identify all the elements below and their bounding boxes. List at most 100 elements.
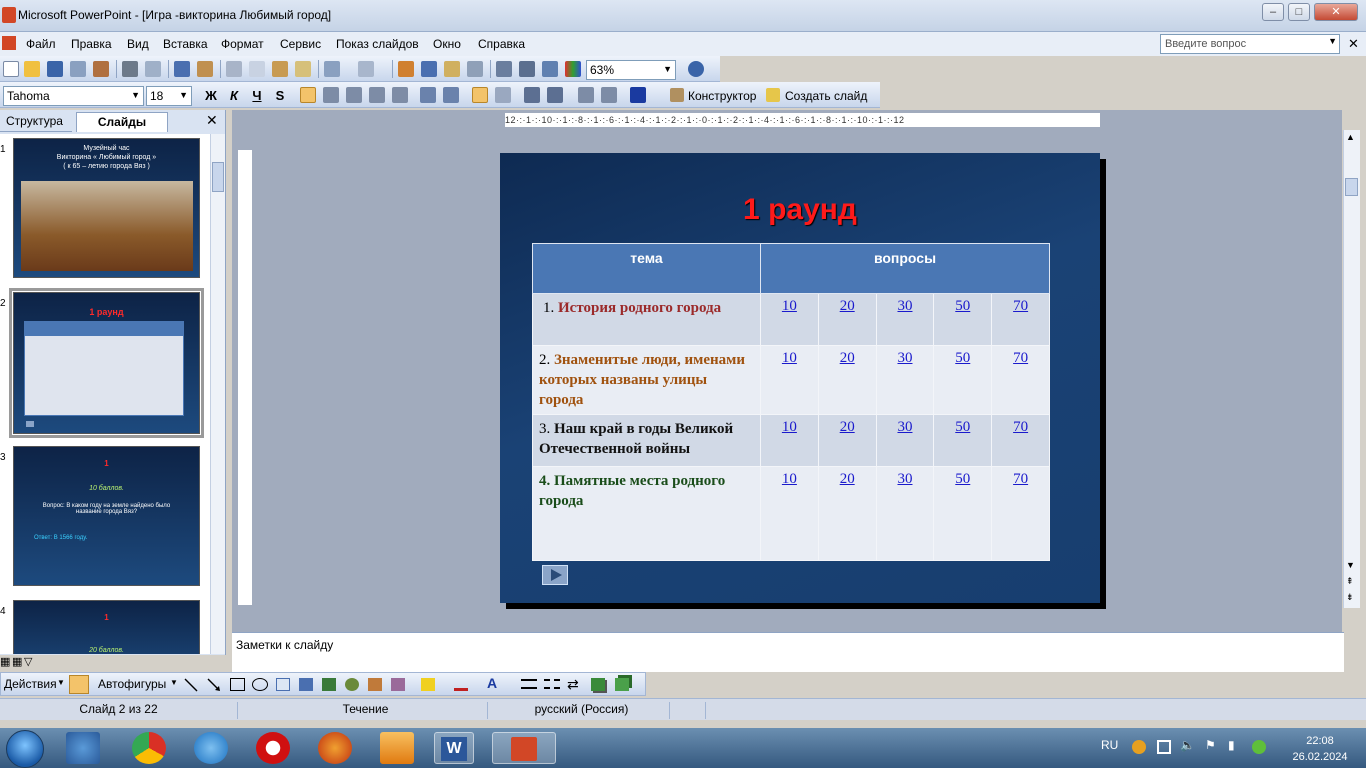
menu-tools[interactable]: Сервис: [280, 37, 321, 51]
slide-thumb-3[interactable]: 1 10 баллов. Вопрос: В каком году на зем…: [13, 446, 200, 586]
points-link[interactable]: 30: [897, 298, 912, 314]
copy-icon[interactable]: [249, 61, 265, 77]
slide-sorter-icon[interactable]: ▦: [12, 655, 22, 668]
quiz-table[interactable]: тема вопросы 1. История родного города 1…: [532, 243, 1050, 561]
format-painter-icon[interactable]: [295, 61, 311, 77]
menu-view[interactable]: Вид: [127, 37, 149, 51]
expand-icon[interactable]: [496, 61, 512, 77]
tables-borders-icon[interactable]: [444, 61, 460, 77]
paste-icon[interactable]: [272, 61, 288, 77]
scroll-thumb[interactable]: [1345, 178, 1358, 196]
maximize-button[interactable]: □: [1288, 3, 1310, 21]
notes-pane[interactable]: Заметки к слайду: [232, 632, 1344, 672]
points-link[interactable]: 20: [840, 298, 855, 314]
firefox-icon[interactable]: [318, 732, 352, 764]
points-link[interactable]: 10: [782, 471, 797, 487]
email-icon[interactable]: [93, 61, 109, 77]
shadow-button[interactable]: S: [271, 88, 289, 106]
chevron-down-icon[interactable]: ▼: [1328, 36, 1337, 46]
insert-hyperlink-icon[interactable]: [467, 61, 483, 77]
grid-icon[interactable]: [542, 61, 558, 77]
save-icon[interactable]: [47, 61, 63, 77]
panel-scrollbar[interactable]: [210, 134, 225, 654]
safely-remove-icon[interactable]: [1157, 740, 1171, 754]
points-link[interactable]: 30: [897, 471, 912, 487]
points-link[interactable]: 50: [955, 350, 970, 366]
show-formatting-icon[interactable]: [519, 61, 535, 77]
current-slide[interactable]: 1 раунд тема вопросы 1. История родного …: [500, 153, 1100, 603]
diagram-icon[interactable]: [322, 678, 336, 691]
menu-edit[interactable]: Правка: [71, 37, 112, 51]
ask-question-input[interactable]: Введите вопрос ▼: [1160, 34, 1340, 54]
open-icon[interactable]: [24, 61, 40, 77]
new-slide-button[interactable]: Создать слайд: [785, 89, 867, 103]
internet-explorer-icon[interactable]: [194, 732, 228, 764]
insert-table-icon[interactable]: [421, 61, 437, 77]
minimize-button[interactable]: –: [1262, 3, 1284, 21]
decrease-font-icon[interactable]: [547, 87, 563, 103]
points-link[interactable]: 10: [782, 419, 797, 435]
powerpoint-app-icon[interactable]: [2, 7, 16, 23]
permission-icon[interactable]: [70, 61, 86, 77]
points-link[interactable]: 70: [1013, 350, 1028, 366]
font-name-select[interactable]: Tahoma ▼: [3, 86, 144, 106]
tray-app-icon[interactable]: [1132, 740, 1146, 754]
help-icon[interactable]: [688, 61, 704, 77]
fill-color-icon[interactable]: [421, 678, 435, 691]
action-center-icon[interactable]: ⚑: [1205, 738, 1216, 752]
points-link[interactable]: 30: [897, 350, 912, 366]
align-center-icon[interactable]: [323, 87, 339, 103]
align-left-icon[interactable]: [300, 87, 316, 103]
scroll-down-icon[interactable]: ▼: [1346, 560, 1355, 570]
menu-window[interactable]: Окно: [433, 37, 461, 51]
underline-button[interactable]: Ч: [248, 88, 266, 106]
menu-help[interactable]: Справка: [478, 37, 525, 51]
points-link[interactable]: 10: [782, 350, 797, 366]
research-icon[interactable]: [197, 61, 213, 77]
points-link[interactable]: 70: [1013, 298, 1028, 314]
close-button[interactable]: ✕: [1314, 3, 1358, 21]
points-link[interactable]: 10: [782, 298, 797, 314]
points-link[interactable]: 50: [955, 471, 970, 487]
line-icon[interactable]: [183, 677, 199, 693]
designer-button[interactable]: Конструктор: [688, 89, 756, 103]
close-document-icon[interactable]: ✕: [1348, 36, 1359, 52]
document-icon[interactable]: [2, 36, 16, 50]
word-icon[interactable]: W: [434, 732, 474, 764]
zoom-select[interactable]: 63% ▼: [586, 60, 676, 80]
chevron-down-icon[interactable]: ▼: [131, 90, 140, 100]
rectangle-icon[interactable]: [230, 678, 245, 691]
slide-thumb-1[interactable]: Музейный час Викторина « Любимый город »…: [13, 138, 200, 278]
media-player-icon[interactable]: [380, 732, 414, 764]
points-link[interactable]: 70: [1013, 471, 1028, 487]
points-link[interactable]: 30: [897, 419, 912, 435]
clock[interactable]: 22:08 26.02.2024: [1290, 733, 1350, 765]
dash-style-icon[interactable]: [544, 679, 560, 689]
points-link[interactable]: 50: [955, 419, 970, 435]
font-color-icon[interactable]: [630, 87, 646, 103]
editor-scrollbar[interactable]: ▲ ▼ ⇞ ⇟: [1343, 130, 1360, 608]
slide-thumb-4[interactable]: 1 20 баллов.: [13, 600, 200, 654]
increase-font-icon[interactable]: [524, 87, 540, 103]
scroll-thumb[interactable]: [212, 162, 224, 192]
image-icon[interactable]: [391, 678, 405, 691]
actions-menu[interactable]: Действия: [4, 677, 57, 691]
print-icon[interactable]: [122, 61, 138, 77]
chevron-down-icon[interactable]: ▼: [57, 678, 65, 687]
bold-button[interactable]: Ж: [202, 88, 220, 106]
spelling-icon[interactable]: [174, 61, 190, 77]
rtl-icon[interactable]: [495, 87, 511, 103]
distribute-icon[interactable]: [392, 87, 408, 103]
picture-icon[interactable]: [368, 678, 382, 691]
arrow-style-icon[interactable]: ⇄: [567, 676, 579, 693]
points-link[interactable]: 20: [840, 471, 855, 487]
chevron-down-icon[interactable]: ▼: [663, 64, 672, 74]
oval-icon[interactable]: [252, 678, 268, 691]
chevron-down-icon[interactable]: ▼: [179, 90, 188, 100]
slide-title[interactable]: 1 раунд: [500, 193, 1100, 227]
italic-button[interactable]: К: [225, 88, 243, 106]
justify-icon[interactable]: [369, 87, 385, 103]
points-link[interactable]: 70: [1013, 419, 1028, 435]
shadow-style-icon[interactable]: [591, 678, 605, 691]
powerpoint-icon[interactable]: [492, 732, 556, 764]
